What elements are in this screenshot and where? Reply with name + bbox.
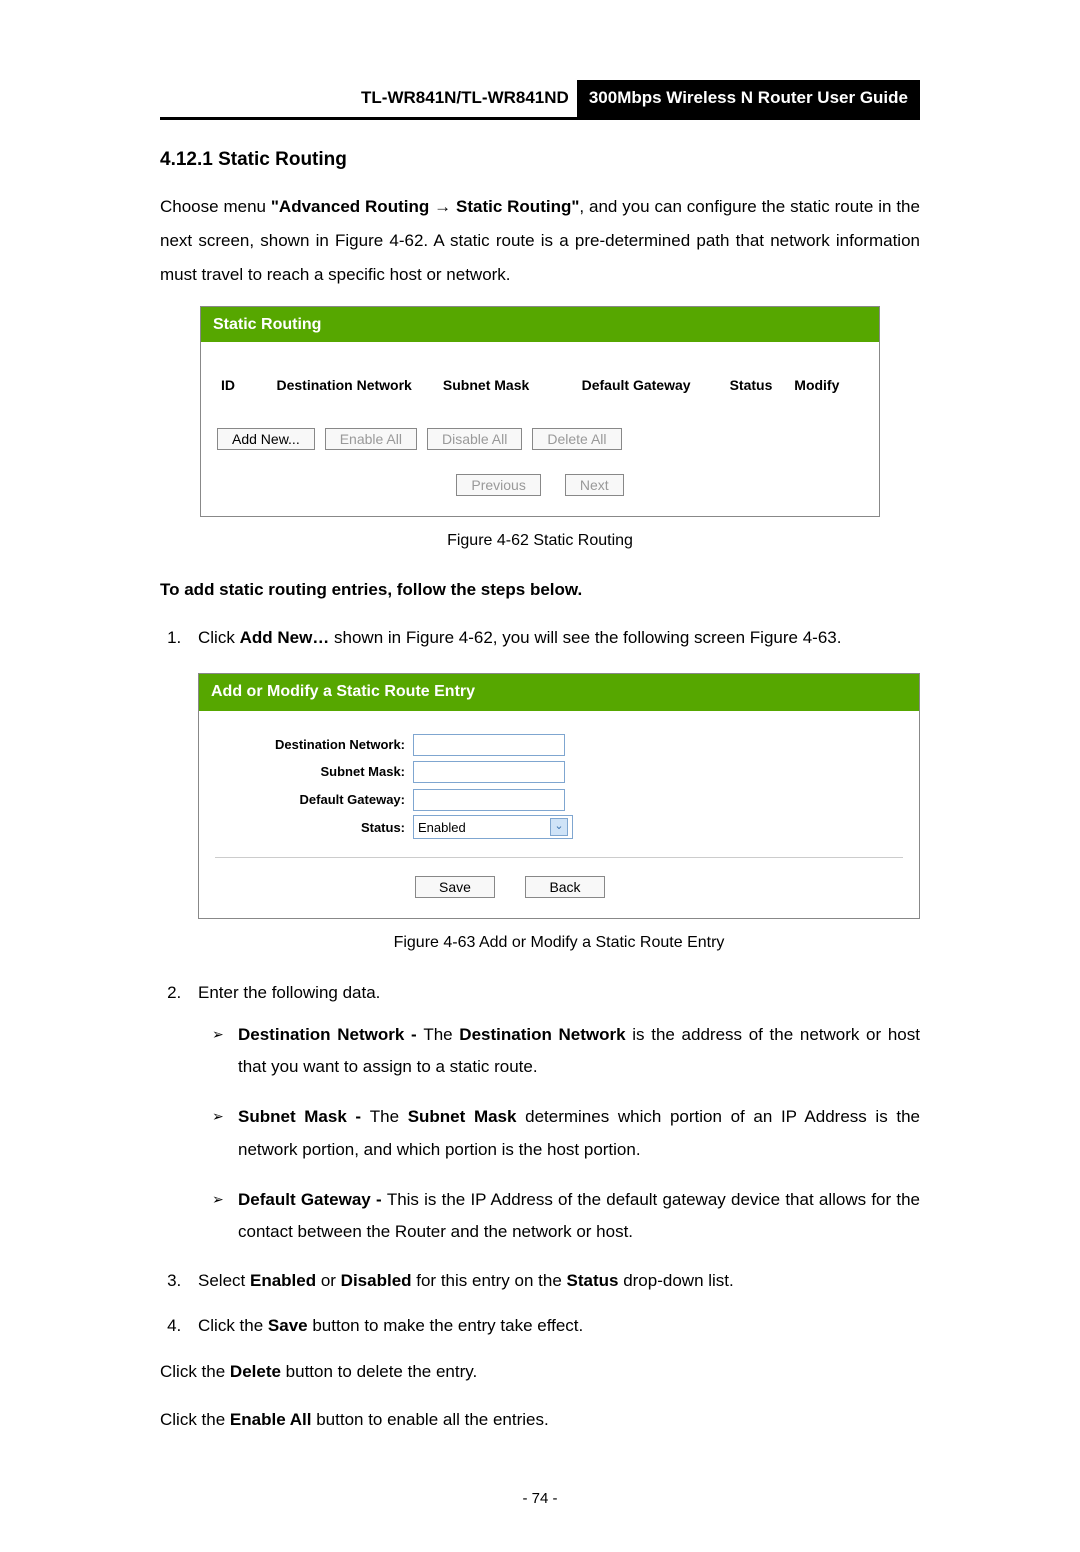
panel2-title: Add or Modify a Static Route Entry <box>199 674 919 711</box>
divider <box>215 857 903 858</box>
select-status[interactable]: Enabled ⌄ <box>413 815 573 839</box>
label-gw: Default Gateway: <box>215 788 413 811</box>
arrow-icon: → <box>434 197 451 216</box>
section-title: 4.12.1 Static Routing <box>160 144 920 176</box>
triangle-icon: ➢ <box>212 1186 224 1213</box>
col-gw: Default Gateway <box>582 374 730 398</box>
figure-4-62-panel: Static Routing ID Destination Network Su… <box>200 306 880 517</box>
label-mask: Subnet Mask: <box>215 760 413 783</box>
chevron-down-icon: ⌄ <box>550 818 568 836</box>
col-status: Status <box>730 374 795 398</box>
figure-4-63-caption: Figure 4-63 Add or Modify a Static Route… <box>198 929 920 958</box>
panel-title: Static Routing <box>201 307 879 342</box>
input-default-gateway[interactable] <box>413 789 565 811</box>
tail-enable-all: Click the Enable All button to enable al… <box>160 1404 920 1436</box>
col-id: ID <box>221 374 276 398</box>
back-button[interactable]: Back <box>525 876 605 898</box>
disable-all-button[interactable]: Disable All <box>427 428 522 450</box>
add-new-button[interactable]: Add New... <box>217 428 315 450</box>
step-3: Select Enabled or Disabled for this entr… <box>186 1266 920 1297</box>
input-destination-network[interactable] <box>413 734 565 756</box>
step-2: Enter the following data. ➢ Destination … <box>186 978 920 1248</box>
figure-4-62-caption: Figure 4-62 Static Routing <box>160 527 920 554</box>
bullet-subnet-mask: ➢ Subnet Mask - The Subnet Mask determin… <box>212 1101 920 1166</box>
col-modify: Modify <box>794 374 859 398</box>
section-name: Static Routing <box>218 149 347 170</box>
bullet-destination-network: ➢ Destination Network - The Destination … <box>212 1019 920 1084</box>
bullet-default-gateway: ➢ Default Gateway - This is the IP Addre… <box>212 1184 920 1249</box>
next-button[interactable]: Next <box>565 474 624 496</box>
table-header: ID Destination Network Subnet Mask Defau… <box>217 366 863 422</box>
step-1: Click Add New… shown in Figure 4-62, you… <box>186 623 920 958</box>
header-model: TL-WR841N/TL-WR841ND <box>361 80 577 117</box>
label-status: Status: <box>215 816 413 839</box>
section-number: 4.12.1 <box>160 149 213 170</box>
enable-all-button[interactable]: Enable All <box>325 428 417 450</box>
input-subnet-mask[interactable] <box>413 761 565 783</box>
delete-all-button[interactable]: Delete All <box>532 428 621 450</box>
step-4: Click the Save button to make the entry … <box>186 1311 920 1342</box>
doc-header: TL-WR841N/TL-WR841ND 300Mbps Wireless N … <box>160 80 920 120</box>
add-steps-heading: To add static routing entries, follow th… <box>160 574 920 606</box>
col-mask: Subnet Mask <box>443 374 582 398</box>
header-title: 300Mbps Wireless N Router User Guide <box>577 80 920 117</box>
triangle-icon: ➢ <box>212 1021 224 1048</box>
triangle-icon: ➢ <box>212 1103 224 1130</box>
col-dest: Destination Network <box>276 374 442 398</box>
page-number: - 74 - <box>160 1486 920 1512</box>
figure-4-63-panel: Add or Modify a Static Route Entry Desti… <box>198 673 920 919</box>
intro-paragraph: Choose menu "Advanced Routing → Static R… <box>160 190 920 292</box>
label-dest: Destination Network: <box>215 733 413 756</box>
save-button[interactable]: Save <box>415 876 495 898</box>
previous-button[interactable]: Previous <box>456 474 540 496</box>
tail-delete: Click the Delete button to delete the en… <box>160 1356 920 1388</box>
